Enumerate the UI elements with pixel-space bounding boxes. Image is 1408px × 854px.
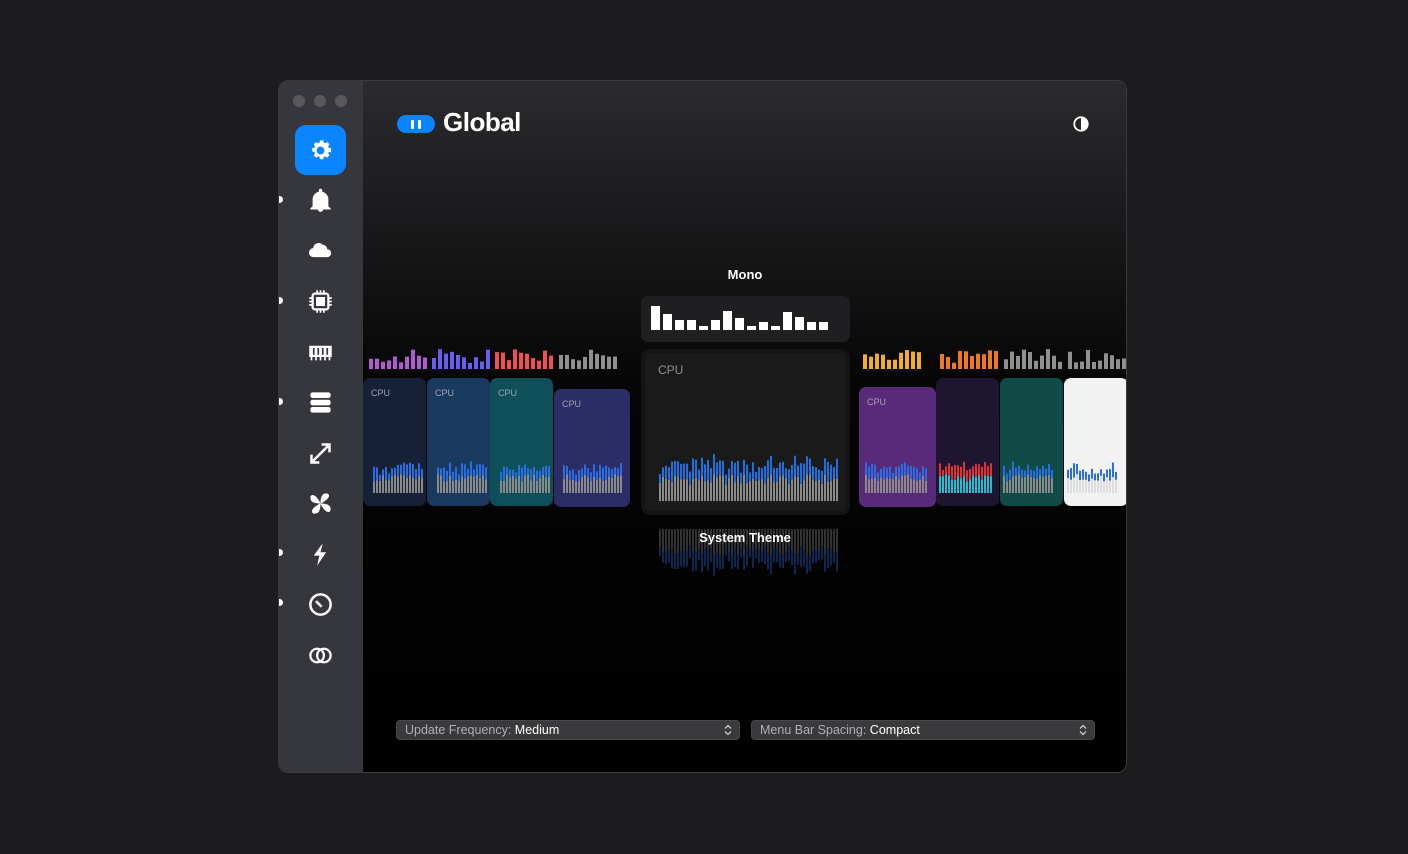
sidebar-item-weather[interactable] — [295, 226, 346, 276]
main-panel: Global Mono CPU System Theme CPU CPU CPU… — [363, 81, 1126, 772]
fan-icon — [310, 492, 331, 514]
notification-dot — [279, 599, 283, 606]
update-frequency-label: Update Frequency: — [405, 723, 512, 737]
clock-icon — [309, 592, 332, 616]
sidebar-item-settings[interactable] — [295, 125, 346, 175]
notification-dot — [279, 549, 283, 556]
disk-stack-icon — [310, 391, 331, 413]
notification-dot — [279, 196, 283, 203]
sidebar-item-time[interactable] — [295, 579, 346, 629]
notification-dot — [279, 297, 283, 304]
close-button[interactable] — [293, 95, 305, 107]
bolt-icon — [313, 542, 327, 566]
menu-bar-spacing-value: Compact — [869, 723, 920, 737]
bell-icon — [310, 188, 331, 212]
update-frequency-select[interactable]: Update Frequency: Medium — [396, 720, 740, 740]
overlapping-circles-icon — [309, 647, 332, 663]
sidebar-item-cpu[interactable] — [295, 276, 346, 326]
notification-dot — [279, 398, 283, 405]
chevron-updown-icon — [1079, 724, 1087, 736]
sidebar — [279, 81, 363, 772]
minimize-button[interactable] — [314, 95, 326, 107]
sidebar-item-fans[interactable] — [295, 478, 346, 528]
update-frequency-value: Medium — [514, 723, 560, 737]
gear-icon — [312, 139, 332, 159]
theme-card-graphs — [369, 349, 1126, 493]
menu-bar-spacing-select[interactable]: Menu Bar Spacing: Compact — [751, 720, 1095, 740]
sidebar-item-combined[interactable] — [295, 630, 346, 680]
sidebar-item-notifications[interactable] — [295, 175, 346, 225]
sidebar-item-network[interactable] — [295, 428, 346, 478]
menu-bar-spacing-label: Menu Bar Spacing: — [760, 723, 867, 737]
app-window: Global Mono CPU System Theme CPU CPU CPU… — [278, 80, 1127, 773]
arrows-up-down-icon — [310, 442, 331, 464]
memory-icon — [309, 345, 332, 360]
zoom-button[interactable] — [335, 95, 347, 107]
sidebar-item-memory[interactable] — [295, 327, 346, 377]
sidebar-item-battery[interactable] — [295, 529, 346, 579]
sidebar-item-disk[interactable] — [295, 377, 346, 427]
cpu-chip-icon — [309, 289, 332, 313]
cloud-sun-icon — [308, 242, 332, 257]
chevron-updown-icon — [724, 724, 732, 736]
